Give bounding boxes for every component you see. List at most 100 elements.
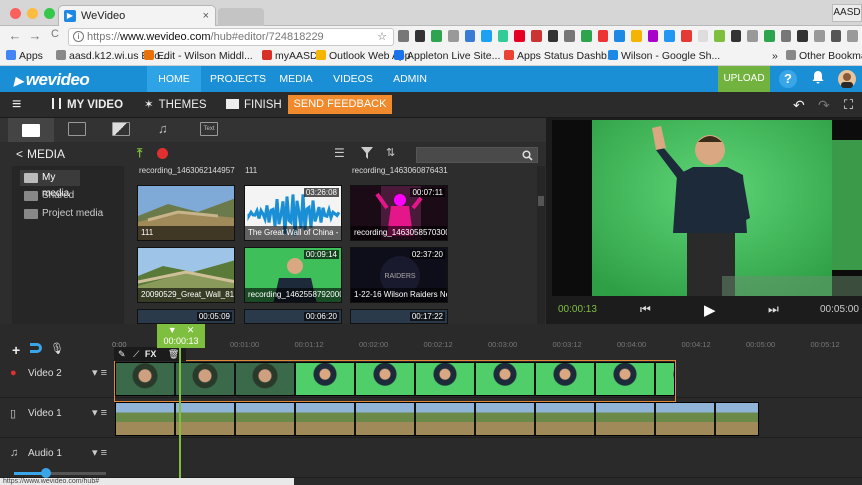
user-avatar[interactable] bbox=[838, 70, 856, 88]
volume-slider[interactable] bbox=[14, 468, 106, 478]
record-icon[interactable] bbox=[157, 148, 168, 159]
nav-home[interactable]: HOME bbox=[147, 66, 201, 92]
extension-icon[interactable] bbox=[697, 30, 709, 42]
media-scrollbar[interactable] bbox=[537, 166, 545, 324]
magnet-icon[interactable] bbox=[30, 343, 42, 353]
upload-arrow-icon[interactable]: ⤒ bbox=[137, 146, 142, 161]
folder-project-media[interactable]: Project media bbox=[20, 206, 130, 222]
microphone-icon[interactable]: 🎙 bbox=[50, 342, 64, 355]
extension-icon[interactable] bbox=[614, 30, 625, 42]
filter-icon[interactable] bbox=[361, 147, 373, 162]
extension-icon[interactable] bbox=[431, 30, 442, 42]
scrollbar-thumb[interactable] bbox=[538, 196, 544, 206]
extension-icon[interactable] bbox=[564, 30, 576, 42]
extension-icon[interactable] bbox=[597, 30, 609, 42]
undo-icon[interactable]: ↶ bbox=[793, 92, 805, 118]
media-item[interactable]: 20090529_Great_Wall_8185 bbox=[137, 247, 235, 303]
marker-icon[interactable]: ▼ bbox=[168, 325, 177, 335]
bookmark-item[interactable]: » bbox=[772, 48, 778, 65]
info-icon[interactable]: i bbox=[73, 31, 84, 42]
edit-pencil-icon[interactable]: ✎ bbox=[118, 349, 126, 359]
nav-admin[interactable]: ADMIN bbox=[388, 66, 432, 92]
transition-tab-icon[interactable] bbox=[68, 122, 86, 136]
greenscreen-clip[interactable] bbox=[115, 362, 675, 396]
previous-frame-icon[interactable]: ⏮ bbox=[640, 302, 651, 317]
nav-videos[interactable]: VIDEOS bbox=[330, 66, 376, 92]
sort-icon[interactable]: ⇅ bbox=[386, 146, 395, 159]
media-item[interactable]: 00:07:11 recording_1463058570300 bbox=[350, 185, 448, 241]
extension-icon[interactable] bbox=[414, 30, 426, 42]
media-item[interactable]: RAIDERS 02:37:20 1-22-16 Wilson Raiders Ne… bbox=[350, 247, 448, 303]
track-menu-icon[interactable]: ▾ ≡ bbox=[92, 366, 107, 379]
bookmark-item[interactable]: Other Bookmarks bbox=[786, 48, 862, 65]
media-item-label[interactable]: 111 bbox=[245, 166, 343, 176]
send-feedback-button[interactable]: SEND FEEDBACK bbox=[288, 95, 392, 114]
media-item[interactable]: 00:06:20 bbox=[244, 309, 342, 324]
fullscreen-icon[interactable]: ⛶ bbox=[844, 92, 853, 118]
extension-icon[interactable] bbox=[664, 30, 675, 42]
playhead-line[interactable] bbox=[179, 324, 181, 485]
graphics-tab-icon[interactable] bbox=[112, 122, 130, 136]
extension-icon[interactable] bbox=[647, 30, 659, 42]
media-item[interactable]: 00:09:14 recording_1462558792000 bbox=[244, 247, 342, 303]
extension-icon[interactable] bbox=[830, 30, 842, 42]
timeline-ruler[interactable]: 00:01:00 00:01:12 00:02:00 00:02:12 00:03:00… bbox=[112, 334, 862, 358]
browser-tab-wevideo[interactable]: ▶ WeVideo × bbox=[58, 5, 216, 26]
notifications-bell-icon[interactable] bbox=[809, 70, 827, 88]
bookmark-item[interactable]: Edit - Wilson Middl... bbox=[144, 48, 253, 65]
bookmark-item[interactable]: Apps Status Dashb... bbox=[504, 48, 616, 65]
track-header-video-1[interactable]: ▯ Video 1 ▾ ≡ bbox=[0, 398, 112, 438]
extension-icon[interactable] bbox=[797, 30, 809, 42]
bookmark-star-icon[interactable]: ☆ bbox=[377, 29, 387, 45]
folder-shared[interactable]: Shared bbox=[20, 188, 130, 204]
fx-button[interactable]: FX bbox=[145, 349, 157, 359]
extension-icon[interactable] bbox=[814, 30, 825, 42]
upload-button[interactable]: UPLOAD bbox=[718, 66, 770, 92]
media-item-label[interactable]: recording_1463062144957 bbox=[139, 166, 237, 176]
track-lane[interactable] bbox=[112, 358, 862, 398]
extension-icon[interactable] bbox=[747, 30, 759, 42]
extension-icon[interactable] bbox=[447, 30, 459, 42]
extension-icon[interactable] bbox=[780, 30, 792, 42]
track-header-video-2[interactable]: ● Video 2 ▾ ≡ bbox=[0, 358, 112, 398]
media-item[interactable]: 111 bbox=[137, 185, 235, 241]
media-item[interactable]: 03:26:08 The Great Wall of China - U... bbox=[244, 185, 342, 241]
track-menu-icon[interactable]: ▾ ≡ bbox=[92, 446, 107, 459]
extension-icon[interactable] bbox=[630, 30, 642, 42]
play-icon[interactable]: ▶ bbox=[704, 301, 716, 319]
tab-close-icon[interactable]: × bbox=[203, 6, 209, 26]
minimize-window-icon[interactable] bbox=[27, 8, 38, 19]
themes-button[interactable]: ✶ THEMES bbox=[144, 92, 207, 118]
text-tab-icon[interactable]: Text bbox=[200, 122, 218, 136]
tab-video-media[interactable] bbox=[8, 118, 54, 142]
close-window-icon[interactable] bbox=[10, 8, 21, 19]
media-item[interactable]: 00:05:09 bbox=[137, 309, 235, 324]
media-search-input[interactable] bbox=[416, 147, 538, 163]
extension-icon[interactable] bbox=[481, 30, 492, 42]
track-lane[interactable] bbox=[112, 398, 862, 438]
extension-icon[interactable] bbox=[680, 30, 692, 42]
great-wall-clip[interactable] bbox=[115, 402, 759, 436]
new-tab-button[interactable] bbox=[218, 8, 264, 26]
bookmark-item[interactable]: Apps bbox=[6, 48, 43, 65]
list-view-icon[interactable]: ☰ bbox=[334, 146, 345, 160]
track-menu-icon[interactable]: ▾ ≡ bbox=[92, 406, 107, 419]
trim-icon[interactable]: ⟋ bbox=[133, 349, 139, 359]
reload-icon[interactable]: C bbox=[48, 28, 62, 40]
next-frame-icon[interactable]: ⏭ bbox=[768, 302, 779, 317]
wevideo-logo[interactable]: ▶ wevideo bbox=[14, 70, 90, 90]
extension-icon[interactable] bbox=[514, 30, 526, 42]
extension-icon[interactable] bbox=[730, 30, 742, 42]
extension-icon[interactable] bbox=[497, 30, 509, 42]
add-track-icon[interactable]: + bbox=[12, 342, 20, 358]
media-item-label[interactable]: recording_1463060876431 bbox=[352, 166, 450, 176]
project-title[interactable]: MY VIDEO bbox=[52, 92, 123, 118]
maximize-window-icon[interactable] bbox=[44, 8, 55, 19]
bookmark-item[interactable]: Wilson - Google Sh... bbox=[608, 48, 720, 65]
extension-icon[interactable] bbox=[764, 30, 775, 42]
video-preview[interactable] bbox=[552, 120, 862, 296]
media-item[interactable]: 00:17:22 bbox=[350, 309, 448, 324]
back-chevron-icon[interactable]: < bbox=[16, 147, 23, 161]
extension-icon[interactable] bbox=[464, 30, 476, 42]
cut-icon[interactable]: ✕ bbox=[187, 325, 195, 335]
